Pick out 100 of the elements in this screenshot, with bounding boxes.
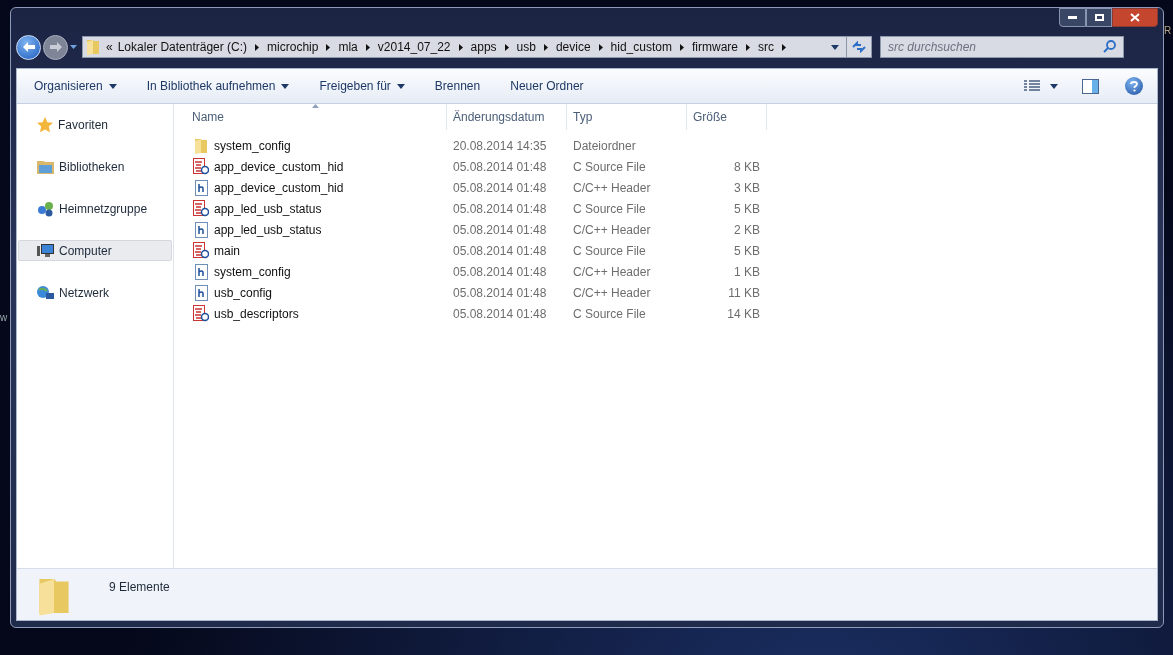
breadcrumb-item[interactable]: microchip [267,38,319,56]
table-cell-text: 8 KB [733,158,760,176]
library-icon [37,159,54,174]
breadcrumb-arrow-icon [255,43,260,51]
search-field[interactable]: src durchsuchen [880,36,1124,58]
dropdown-caret-icon [281,83,290,89]
table-cell-text: C/C++ Header [572,263,652,281]
file-name[interactable]: app_device_custom_hid [214,157,344,176]
table-cell-text: 14 KB [726,305,760,323]
navigation-item[interactable]: Netzwerk [18,282,172,303]
overflow-chevron[interactable]: « [106,38,113,56]
toolbar-button[interactable]: Neuer Ordner [510,77,584,95]
column-header[interactable]: Änderungsdatum [447,104,567,130]
forward-button[interactable] [43,34,68,60]
breadcrumb-item[interactable]: src [758,38,774,56]
breadcrumb-item[interactable]: usb [516,38,536,56]
table-cell-text: C/C++ Header [572,221,652,239]
item-count: 9 Elemente [109,579,170,596]
breadcrumb-item[interactable]: v2014_07_22 [377,38,451,56]
header-file-icon [194,179,208,196]
file-name[interactable]: app_led_usb_status [214,220,322,239]
table-cell-text: C Source File [572,242,647,260]
close-icon [1130,13,1140,22]
column-header[interactable]: Typ [567,104,687,130]
toolbar-button[interactable]: Brennen [434,77,481,95]
homegroup-icon [37,200,54,217]
column-header[interactable]: Größe [687,104,767,130]
file-name[interactable]: app_led_usb_status [214,199,322,218]
table-cell-text: C/C++ Header [572,284,652,302]
view-options-button[interactable] [1024,80,1058,92]
table-cell-text: 05.08.2014 01:48 [452,242,548,260]
breadcrumb-arrow-icon [598,43,603,51]
help-icon [1130,80,1138,92]
forward-arrow-icon [49,42,62,52]
file-name[interactable]: usb_config [214,283,273,302]
desktop-text-fragment: R [1164,25,1172,36]
minimize-button[interactable] [1059,8,1086,27]
history-caret-icon [70,45,77,49]
breadcrumb-arrow-icon [782,43,786,51]
close-button[interactable] [1112,8,1158,27]
file-name[interactable]: usb_descriptors [214,304,299,323]
breadcrumb-arrow-icon [746,43,750,51]
table-cell-text: 3 KB [733,179,760,197]
maximize-button[interactable] [1086,8,1112,27]
table-cell-text: C Source File [572,158,647,176]
preview-pane-icon [1082,78,1099,94]
help-button[interactable] [1125,77,1143,95]
navigation-item[interactable]: Heimnetzgruppe [18,198,172,219]
breadcrumb-item[interactable]: hid_custom [610,38,672,56]
file-name[interactable]: system_config [214,262,291,281]
table-cell-text: 05.08.2014 01:48 [452,284,548,302]
navigation-item[interactable]: Computer [18,240,172,261]
file-name[interactable]: app_device_custom_hid [214,178,344,197]
details-view-icon [1024,80,1040,92]
table-cell-text: 11 KB [727,284,760,302]
refresh-icon [852,41,866,53]
table-cell-text: 05.08.2014 01:48 [452,263,548,281]
dropdown-caret-icon [1050,83,1058,89]
dropdown-caret-icon [831,44,839,50]
folder-icon [86,39,100,55]
file-name[interactable]: system_config [214,136,291,155]
breadcrumb-arrow-icon [543,43,548,51]
toolbar-button[interactable]: In Bibliothek aufnehmen [146,77,290,95]
table-cell-text: 2 KB [733,221,760,239]
table-cell-text: Dateiordner [572,137,637,155]
address-bar[interactable]: « Lokaler Datenträger (C:) microchip mla v2014_07_22 apps usb device hid_custom firmware src [82,36,872,58]
table-cell-text: 05.08.2014 01:48 [452,200,548,218]
breadcrumb-arrow-icon [365,43,370,51]
file-name[interactable]: main [214,241,240,260]
table-cell-text: 20.08.2014 14:35 [452,137,548,155]
breadcrumb-arrow-icon [504,43,509,51]
breadcrumb-item[interactable]: Lokaler Datenträger (C:) [117,38,248,56]
table-cell-text: 5 KB [733,242,760,260]
navigation-item[interactable]: Bibliotheken [18,156,172,177]
c-source-file-icon [193,242,209,259]
search-icon [1103,40,1116,53]
back-button[interactable] [16,34,41,60]
table-cell-text: 05.08.2014 01:48 [452,179,548,197]
preview-pane-button[interactable] [1082,78,1099,94]
toolbar-button[interactable]: Organisieren [34,77,117,95]
breadcrumb-item[interactable]: mla [338,38,358,56]
table-cell-text: C/C++ Header [572,179,652,197]
header-file-icon [194,221,208,238]
breadcrumb-arrow-icon [458,43,463,51]
star-icon [37,116,53,133]
header-file-icon [194,284,208,301]
toolbar-button[interactable]: Freigeben für [319,77,405,95]
table-cell-text: C Source File [572,305,647,323]
column-header[interactable]: Name [174,104,447,130]
dropdown-caret-icon [396,83,405,89]
navigation-item[interactable]: Favoriten [18,114,172,135]
breadcrumb-arrow-icon [680,43,684,51]
dropdown-caret-icon [108,83,117,89]
computer-icon [37,243,54,258]
breadcrumb-item[interactable]: device [555,38,591,56]
table-cell-text: 5 KB [733,200,760,218]
breadcrumb-item[interactable]: firmware [692,38,738,56]
breadcrumb-item[interactable]: apps [470,38,497,56]
sort-arrow-icon [312,104,319,108]
network-icon [37,284,54,301]
